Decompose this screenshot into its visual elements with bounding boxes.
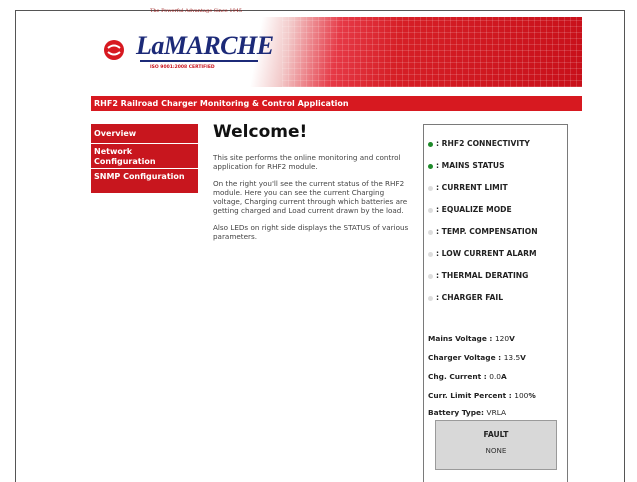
- led-row-rhf2-connectivity: : RHF2 CONNECTIVITY: [428, 139, 530, 148]
- readout-charge-current: Chg. Current : 0.0A: [428, 372, 507, 381]
- status-paragraph: On the right you'll see the current stat…: [213, 179, 408, 215]
- led-row-charger-fail: : CHARGER FAIL: [428, 293, 503, 302]
- iso-certification: ISO 9001:2008 CERTIFIED: [150, 65, 215, 70]
- intro-paragraph: This site performs the online monitoring…: [213, 153, 401, 171]
- status-led-icon: [428, 251, 433, 257]
- page-title: Welcome!: [213, 122, 308, 142]
- logo-text: LaMARCHE: [136, 31, 274, 60]
- sidebar-nav: Overview Network Configuration SNMP Conf…: [91, 124, 198, 194]
- sidebar-item-overview[interactable]: Overview: [91, 124, 198, 144]
- status-led-icon: [428, 185, 433, 191]
- sidebar-item-snmp-configuration[interactable]: SNMP Configuration: [91, 169, 198, 194]
- sidebar-item-network-configuration[interactable]: Network Configuration: [91, 144, 198, 169]
- logo-underline: [140, 60, 258, 62]
- status-led-icon: [428, 163, 433, 169]
- led-row-thermal-derating: : THERMAL DERATING: [428, 271, 528, 280]
- banner-pattern: [282, 17, 582, 87]
- status-led-icon: [428, 273, 433, 279]
- fault-value: NONE: [485, 446, 507, 455]
- led-row-low-current-alarm: : LOW CURRENT ALARM: [428, 249, 537, 258]
- readout-battery-type: Battery Type: VRLA: [428, 408, 507, 417]
- led-row-current-limit: : CURRENT LIMIT: [428, 183, 508, 192]
- fault-title: FAULT: [483, 430, 509, 439]
- readout-current-limit-percent: Curr. Limit Percent : 100%: [428, 391, 536, 400]
- led-row-mains-status: : MAINS STATUS: [428, 161, 505, 170]
- led-row-equalize-mode: : EQUALIZE MODE: [428, 205, 512, 214]
- readout-mains-voltage: Mains Voltage : 120V: [428, 334, 515, 343]
- status-led-icon: [428, 207, 433, 213]
- lamarche-logo-icon: [104, 40, 124, 60]
- app-title-bar: RHF2 Railroad Charger Monitoring & Contr…: [91, 96, 582, 111]
- status-led-icon: [428, 141, 433, 147]
- header-tagline: The Powerful Advantage Since 1945: [150, 8, 243, 14]
- main-content: Welcome! This site performs the online m…: [213, 121, 413, 249]
- readout-charger-voltage: Charger Voltage : 13.5V: [428, 353, 526, 362]
- status-panel: : RHF2 CONNECTIVITY : MAINS STATUS : CUR…: [423, 124, 568, 482]
- fault-indicator: FAULT NONE: [435, 420, 557, 470]
- led-row-temp-compensation: : TEMP. COMPENSATION: [428, 227, 538, 236]
- leds-paragraph: Also LEDs on right side displays the STA…: [213, 223, 409, 241]
- status-led-icon: [428, 295, 433, 301]
- status-led-icon: [428, 229, 433, 235]
